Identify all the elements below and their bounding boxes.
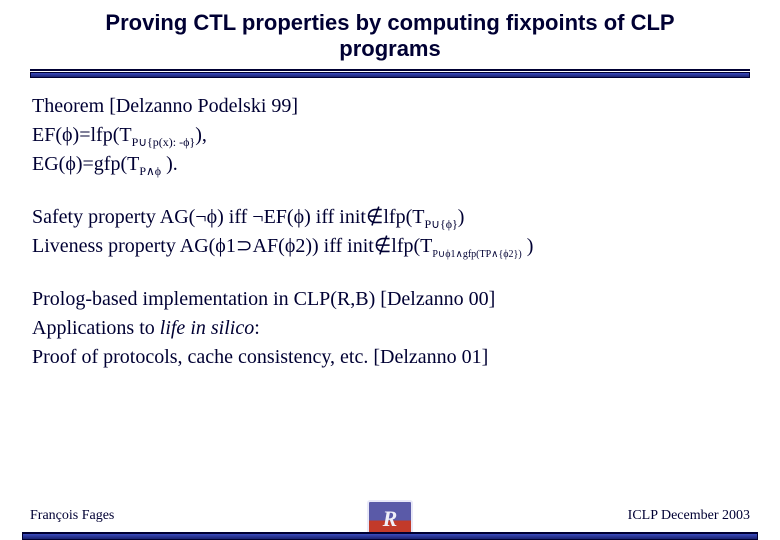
subscript: P∧ϕ [139, 164, 161, 178]
txt: Liveness property AG( [32, 235, 215, 257]
txt: ) iff init∉lfp(T [304, 206, 424, 228]
liveness-line: Liveness property AG(ϕ1⊃AF(ϕ2)) iff init… [32, 232, 752, 261]
title-line-2: programs [339, 36, 440, 61]
impl-line-1: Prolog-based implementation in CLP(R,B) … [32, 285, 752, 314]
txt: ) [522, 235, 534, 257]
txt: ) iff ¬EF( [217, 206, 293, 228]
footer-divider [22, 532, 758, 540]
title-line-1: Proving CTL properties by computing fixp… [105, 10, 674, 35]
title-divider [30, 69, 750, 78]
phi-symbol: ϕ [215, 235, 226, 257]
txt: 2)) iff init∉lfp(T [295, 235, 432, 257]
txt: Safety property AG(¬ [32, 206, 207, 228]
phi-symbol: ϕ [207, 206, 218, 228]
txt: : [254, 317, 260, 339]
txt: EG( [32, 153, 65, 175]
txt: ). [161, 153, 178, 175]
theorem-eg-line: EG(ϕ)=gfp(TP∧ϕ ). [32, 150, 752, 179]
impl-line-3: Proof of protocols, cache consistency, e… [32, 343, 752, 372]
subscript: P∪{ϕ} [424, 217, 457, 231]
txt: ), [195, 124, 207, 146]
phi-symbol: ϕ [65, 153, 76, 175]
phi-symbol: ϕ [285, 235, 296, 257]
subscript: P∪ϕ1∧gfp(TP∧{ϕ2}) [432, 249, 521, 260]
implementation-block: Prolog-based implementation in CLP(R,B) … [32, 285, 752, 372]
txt: EF( [32, 124, 62, 146]
txt: )=gfp(T [76, 153, 139, 175]
theorem-block: Theorem [Delzanno Podelski 99] EF(ϕ)=lfp… [32, 92, 752, 179]
footer-author: François Fages [30, 508, 114, 524]
txt: ) [458, 206, 465, 228]
footer: François Fages ICLP December 2003 R [0, 498, 780, 540]
subscript: P∪{p(x): -ϕ} [132, 135, 196, 149]
properties-block: Safety property AG(¬ϕ) iff ¬EF(ϕ) iff in… [32, 203, 752, 261]
slide: Proving CTL properties by computing fixp… [0, 0, 780, 540]
title-divider-bar [30, 72, 750, 78]
footer-divider-bar [22, 534, 758, 540]
txt: Applications to [32, 317, 160, 339]
safety-line: Safety property AG(¬ϕ) iff ¬EF(ϕ) iff in… [32, 203, 752, 232]
italic-phrase: life in silico [160, 317, 254, 339]
footer-logo-letter: R [383, 506, 398, 532]
txt: 1⊃AF( [226, 235, 285, 257]
slide-title: Proving CTL properties by computing fixp… [28, 10, 752, 63]
footer-venue: ICLP December 2003 [628, 508, 750, 524]
impl-line-2: Applications to life in silico: [32, 314, 752, 343]
txt: )=lfp(T [73, 124, 132, 146]
phi-symbol: ϕ [294, 206, 305, 228]
theorem-heading: Theorem [Delzanno Podelski 99] [32, 92, 752, 121]
theorem-ef-line: EF(ϕ)=lfp(TP∪{p(x): -ϕ}), [32, 121, 752, 150]
phi-symbol: ϕ [62, 124, 73, 146]
